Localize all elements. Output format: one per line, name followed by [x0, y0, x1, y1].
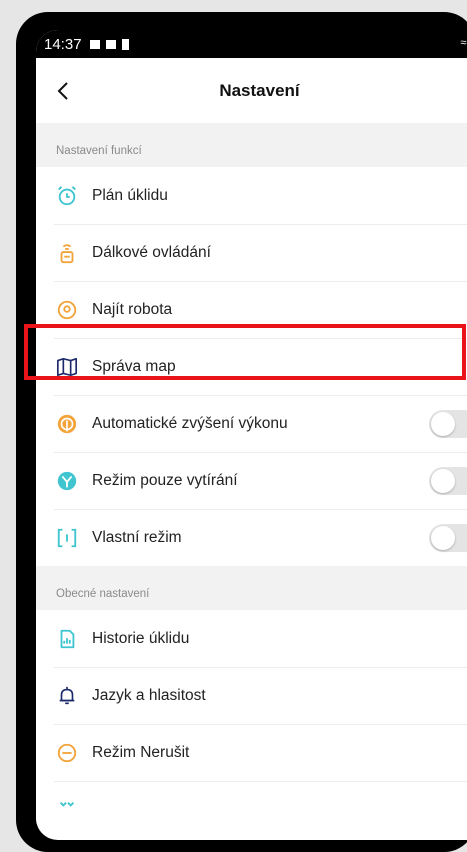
custom-mode-toggle[interactable]: [429, 523, 467, 552]
settings-row-label: Režim Nerušit: [92, 743, 190, 761]
custom-mode-icon: [56, 527, 78, 549]
wifi-signal-icon: ≈.ıl: [460, 37, 467, 49]
toggle-knob: [431, 525, 455, 550]
settings-row-auto-power-boost: Automatické zvýšení výkonu: [36, 395, 467, 452]
back-button[interactable]: [48, 76, 78, 106]
settings-row-label: Dálkové ovládání: [92, 243, 211, 261]
page-title: Nastavení: [219, 80, 300, 100]
history-chart-icon: [56, 628, 78, 650]
settings-row-label: Automatické zvýšení výkonu: [92, 414, 288, 432]
auto-power-boost-toggle[interactable]: [429, 409, 467, 438]
gallery-icon: [89, 39, 100, 49]
settings-row-cleaning-schedule[interactable]: Plán úklidu >: [36, 167, 467, 224]
alarm-clock-icon: [56, 185, 78, 207]
remote-control-icon: [56, 242, 78, 264]
battery-icon: [121, 38, 129, 50]
power-boost-icon: [56, 413, 78, 435]
status-bar: 14:37 ≈.ıl: [36, 30, 467, 58]
settings-row-partial[interactable]: [36, 781, 467, 838]
settings-row-label: Jazyk a hlasitost: [92, 686, 206, 704]
toggle-knob: [431, 411, 455, 436]
toggle-knob: [431, 468, 455, 493]
settings-row-find-robot[interactable]: Najít robota >: [36, 281, 467, 338]
video-icon: [105, 39, 116, 49]
status-time: 14:37: [44, 35, 82, 53]
settings-row-label: Vlastní režim: [92, 528, 182, 546]
section-header-functions: Nastavení funkcí: [36, 123, 467, 167]
partial-row-icon: [56, 799, 78, 821]
settings-row-custom-mode: Vlastní režim: [36, 509, 467, 566]
do-not-disturb-icon: [56, 742, 78, 764]
mop-only-mode-toggle[interactable]: [429, 466, 467, 495]
bell-icon: [56, 685, 78, 707]
phone-frame: 14:37 ≈.ıl Nastavení Nastavení funkcí: [16, 12, 467, 852]
map-icon: [56, 356, 78, 378]
settings-row-remote-control[interactable]: Dálkové ovládání >: [36, 224, 467, 281]
nav-bar: Nastavení: [36, 58, 467, 123]
settings-row-label: Historie úklidu: [92, 629, 190, 647]
settings-row-label: Najít robota: [92, 300, 173, 318]
mop-icon: [56, 470, 78, 492]
settings-row-label: Režim pouze vytírání: [92, 471, 238, 489]
settings-row-label: Správa map: [92, 357, 176, 375]
section-header-general: Obecné nastavení: [36, 566, 467, 610]
settings-row-cleaning-history[interactable]: Historie úklidu >: [36, 610, 467, 667]
settings-row-label: Plán úklidu: [92, 186, 168, 204]
settings-row-mop-only-mode: Režim pouze vytírání: [36, 452, 467, 509]
back-arrow-icon: [57, 82, 68, 100]
settings-row-language-volume[interactable]: Jazyk a hlasitost >: [36, 667, 467, 724]
settings-row-do-not-disturb[interactable]: Režim Nerušit >: [36, 724, 467, 781]
location-pin-icon: [56, 299, 78, 321]
settings-row-map-management[interactable]: Správa map >: [36, 338, 467, 395]
app-screen: 14:37 ≈.ıl Nastavení Nastavení funkcí: [36, 30, 467, 840]
